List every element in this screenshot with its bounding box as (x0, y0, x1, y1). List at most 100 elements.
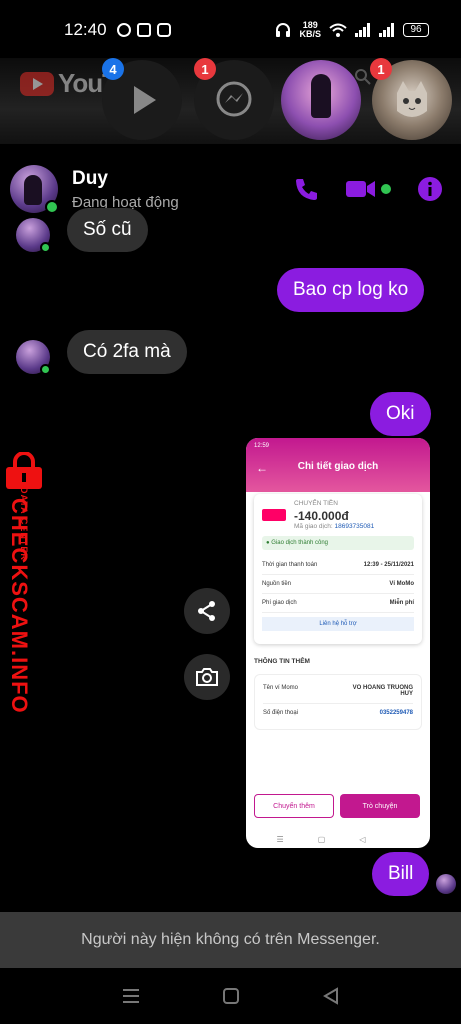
home-icon[interactable] (222, 987, 240, 1005)
unavailable-notice-text: Người này hiện không có trên Messenger. (81, 931, 380, 948)
back-arrow-icon: ← (256, 461, 268, 475)
si-extra-label: Số điện thoại (263, 710, 299, 716)
si-row: Nguồn tiền Ví MoMo (262, 575, 414, 594)
si-code-label: Mã giao dịch: (294, 523, 333, 530)
chat-head-messenger-badge: 1 (194, 58, 216, 80)
network-speed-unit: KB/S (299, 29, 321, 39)
chat-head-kitty-badge: 1 (370, 58, 392, 80)
chat-header: Duy Đang hoạt động (0, 150, 461, 228)
si-extra-row: Số điện thoại 0352259478 (263, 704, 413, 722)
chat-head-kitty[interactable]: 1 (370, 58, 452, 140)
messenger-icon (216, 81, 252, 117)
si-code: 18693735081 (334, 523, 375, 530)
si-title: ← Chi tiết giao dịch (254, 461, 422, 475)
status-right-icons: 189 KB/S 96 (275, 21, 429, 39)
si-amount-texts: CHUYỂN TIỀN -140.000đ Mã giao dịch: 1869… (294, 500, 374, 530)
message-sender-avatar[interactable] (16, 218, 51, 253)
si-type: CHUYỂN TIỀN (294, 500, 338, 507)
si-transaction-card: CHUYỂN TIỀN -140.000đ Mã giao dịch: 1869… (254, 494, 422, 644)
camera-button[interactable] (184, 654, 230, 700)
phone-call-icon[interactable] (293, 176, 319, 202)
si-code-row: Mã giao dịch: 18693735081 (294, 523, 374, 530)
si-extra-value: VO HOANG TRUONG HUY (352, 685, 413, 697)
info-icon[interactable] (417, 176, 443, 202)
avatar-silhouette (24, 175, 42, 205)
si-extra-label: Tên ví Momo (263, 685, 299, 691)
video-call-group (345, 178, 391, 200)
si-status-text: Giao dịch thành công (271, 540, 329, 546)
si-support-link: Liên hệ hỗ trợ (262, 617, 414, 631)
cat-avatar-icon (397, 81, 427, 117)
si-time: 12:59 (254, 443, 270, 449)
chat-head-video[interactable]: 4 (102, 58, 182, 140)
checkscam-watermark: DATA CENTER CHECKSCAM.INFO (0, 452, 46, 714)
watermark-big-text: CHECKSCAM.INFO (7, 498, 32, 714)
system-nav-bar (0, 968, 461, 1024)
signal-icon-2 (379, 23, 394, 37)
si-chat-button: Trò chuyện (340, 794, 420, 818)
online-indicator (40, 242, 51, 253)
si-row-value: Miễn phí (389, 600, 414, 606)
si-row-label: Nguồn tiền (262, 581, 292, 587)
message-incoming[interactable]: Số cũ (67, 208, 148, 252)
online-indicator (45, 200, 59, 214)
si-row-value: 12:39 - 25/11/2021 (363, 562, 414, 568)
lock-icon (6, 452, 42, 489)
si-row-label: Phí giao dịch (262, 600, 297, 606)
share-icon (198, 601, 215, 621)
wifi-icon (329, 23, 347, 37)
si-extra-value: 0352259478 (379, 710, 413, 716)
unavailable-notice: Người này hiện không có trên Messenger. (0, 912, 461, 968)
si-extra-row: Tên ví Momo VO HOANG TRUONG HUY (263, 679, 413, 704)
money-icon (262, 509, 286, 521)
si-section-title: THÔNG TIN THÊM (254, 658, 310, 665)
si-row: Phí giao dịch Miễn phí (262, 594, 414, 613)
si-extra-card: Tên ví Momo VO HOANG TRUONG HUY Số điện t… (254, 674, 422, 730)
recent-apps-icon[interactable] (121, 988, 141, 1004)
video-active-dot (381, 184, 391, 194)
contact-avatar[interactable] (10, 165, 59, 214)
signal-icon-1 (355, 23, 370, 37)
capcut-notification-icon (156, 23, 171, 37)
seen-avatar (436, 874, 456, 894)
share-button[interactable] (184, 588, 230, 634)
message-outgoing[interactable]: Bao cp log ko (277, 268, 425, 312)
online-indicator (40, 364, 51, 375)
network-speed: 189 KB/S (299, 21, 321, 39)
chat-head-duy[interactable] (281, 60, 361, 140)
message-incoming[interactable]: Có 2fa mà (67, 330, 187, 374)
back-icon[interactable] (322, 987, 340, 1005)
si-row: Thời gian thanh toán 12:39 - 25/11/2021 (262, 556, 414, 575)
contact-name: Duy (72, 167, 108, 189)
status-bar: 12:40 189 KB/S 96 (0, 0, 461, 60)
chat-head-messenger[interactable]: 1 (194, 58, 274, 140)
status-time: 12:40 (64, 20, 107, 39)
si-header: 12:59 ← Chi tiết giao dịch (246, 438, 430, 492)
shopee-notification-icon (136, 23, 151, 37)
header-actions (293, 176, 451, 202)
headphones-icon (276, 23, 291, 37)
message-outgoing[interactable]: Oki (370, 392, 431, 436)
play-icon (134, 86, 156, 114)
si-amount: -140.000đ (294, 509, 349, 523)
chat-heads-row: YouTube 4 1 1 (0, 58, 461, 144)
contact-info[interactable]: Duy Đang hoạt động (72, 168, 179, 211)
video-call-icon[interactable] (345, 178, 377, 200)
si-row-value: Ví MoMo (389, 581, 414, 587)
message-sender-avatar[interactable] (16, 340, 51, 375)
battery-indicator: 96 (403, 23, 429, 37)
messenger-notification-icon (116, 23, 131, 37)
chat-head-video-badge: 4 (102, 58, 124, 80)
status-notification-icons (116, 23, 171, 37)
si-transfer-button: Chuyển thêm (254, 794, 334, 818)
camera-icon (196, 668, 218, 686)
avatar-silhouette (311, 74, 331, 118)
shared-transaction-image[interactable]: 12:59 ← Chi tiết giao dịch CHUYỂN TIỀN -… (246, 438, 430, 848)
si-nav-bar: ☰▢◁ (276, 835, 400, 844)
youtube-play-icon (20, 71, 54, 96)
si-status: ● Giao dịch thành công (262, 536, 414, 550)
si-row-label: Thời gian thanh toán (262, 562, 318, 568)
si-amount-block: CHUYỂN TIỀN -140.000đ Mã giao dịch: 1869… (262, 500, 414, 530)
si-title-text: Chi tiết giao dịch (297, 461, 379, 472)
message-outgoing[interactable]: Bill (372, 852, 430, 896)
